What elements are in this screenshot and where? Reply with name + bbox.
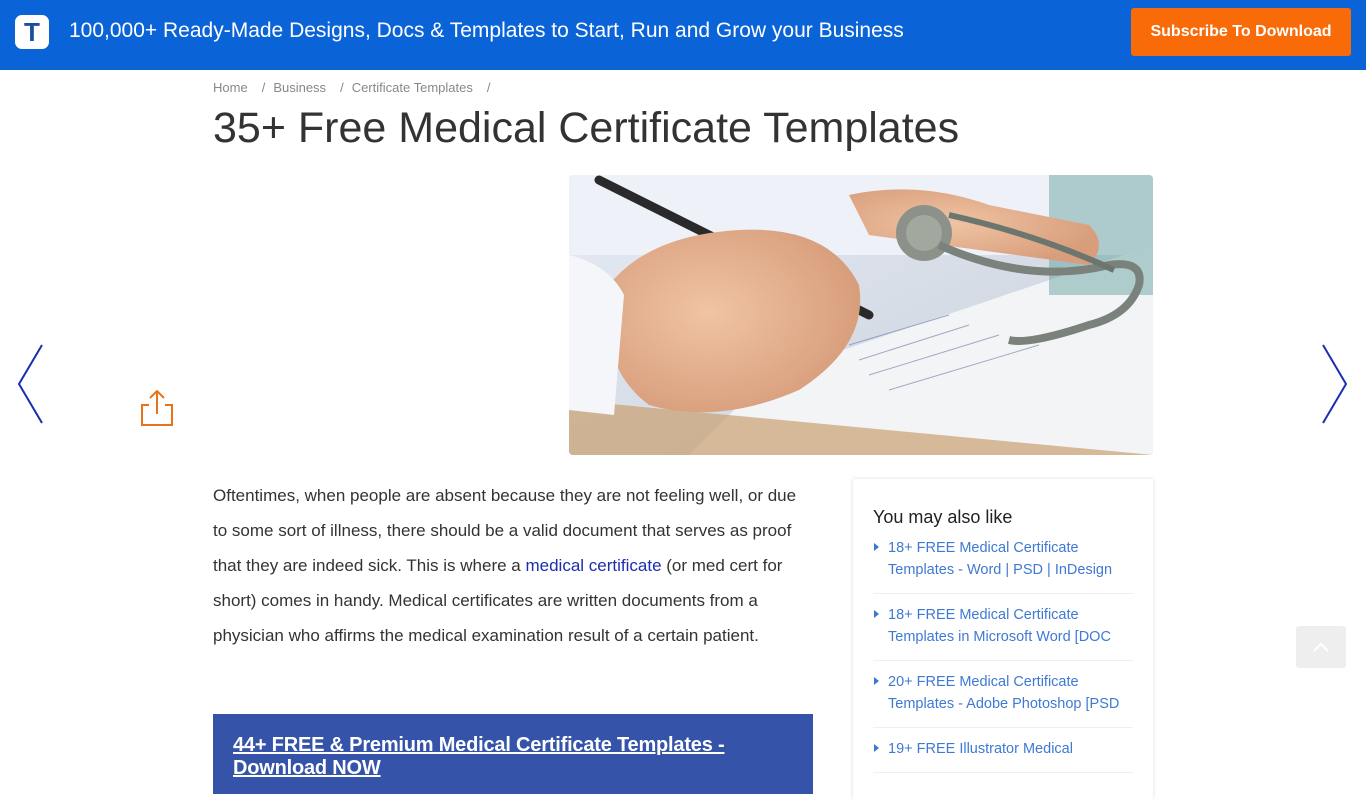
chevron-right-icon [1322, 344, 1348, 424]
sidebar-heading: You may also like [873, 507, 1013, 527]
caret-right-icon [874, 744, 879, 752]
banner-tagline: 100,000+ Ready-Made Designs, Docs & Temp… [69, 19, 904, 42]
related-link[interactable]: 18+ FREE Medical Certificate Templates -… [888, 537, 1133, 581]
list-item: 18+ FREE Medical Certificate Templates i… [873, 597, 1133, 661]
breadcrumb: Home / Business / Certificate Templates / [213, 80, 498, 95]
page-title: 35+ Free Medical Certificate Templates [213, 104, 960, 152]
scroll-to-top-button[interactable] [1296, 626, 1346, 668]
related-link[interactable]: 18+ FREE Medical Certificate Templates i… [888, 604, 1133, 648]
article-intro: Oftentimes, when people are absent becau… [213, 478, 813, 653]
breadcrumb-home[interactable]: Home [213, 80, 248, 95]
caret-right-icon [874, 543, 879, 551]
caret-right-icon [874, 610, 879, 618]
list-item: 18+ FREE Medical Certificate Templates -… [873, 537, 1133, 594]
top-banner: T 100,000+ Ready-Made Designs, Docs & Te… [0, 0, 1366, 70]
breadcrumb-separator: / [340, 80, 344, 95]
breadcrumb-certificate-templates[interactable]: Certificate Templates [352, 80, 473, 95]
hero-photo [569, 175, 1153, 455]
breadcrumb-business[interactable]: Business [273, 80, 326, 95]
medical-certificate-link[interactable]: medical certificate [525, 556, 661, 575]
related-link[interactable]: 19+ FREE Illustrator Medical [888, 738, 1133, 760]
download-cta-link[interactable]: 44+ FREE & Premium Medical Certificate T… [233, 734, 793, 780]
logo-letter: T [24, 17, 40, 47]
related-link[interactable]: 20+ FREE Medical Certificate Templates -… [888, 671, 1133, 715]
chevron-up-icon [1313, 642, 1329, 652]
related-list: 18+ FREE Medical Certificate Templates -… [873, 537, 1133, 773]
previous-arrow-button[interactable] [15, 343, 45, 425]
hero-image [569, 175, 1153, 455]
list-item: 20+ FREE Medical Certificate Templates -… [873, 664, 1133, 728]
related-sidebar: You may also like 18+ FREE Medical Certi… [853, 479, 1153, 799]
download-cta-box: 44+ FREE & Premium Medical Certificate T… [213, 714, 813, 794]
subscribe-button[interactable]: Subscribe To Download [1131, 8, 1351, 56]
chevron-left-icon [17, 344, 43, 424]
logo[interactable]: T [15, 15, 49, 49]
share-icon [141, 389, 173, 426]
caret-right-icon [874, 677, 879, 685]
list-item: 19+ FREE Illustrator Medical [873, 731, 1133, 773]
breadcrumb-separator: / [486, 80, 491, 95]
breadcrumb-separator: / [261, 80, 266, 95]
next-arrow-button[interactable] [1320, 343, 1350, 425]
share-button[interactable] [139, 388, 175, 428]
